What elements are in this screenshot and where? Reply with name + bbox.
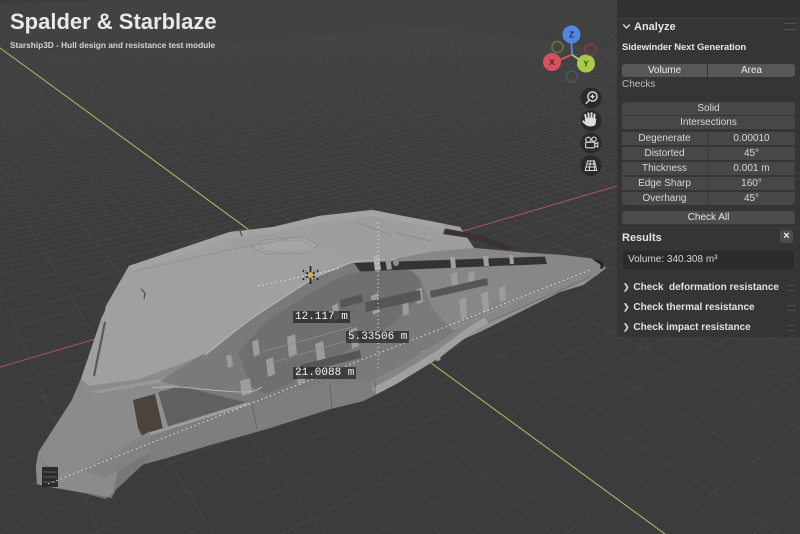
svg-text:X: X: [549, 57, 555, 67]
svg-text:Y: Y: [583, 59, 589, 69]
svg-text:Z: Z: [569, 30, 574, 40]
